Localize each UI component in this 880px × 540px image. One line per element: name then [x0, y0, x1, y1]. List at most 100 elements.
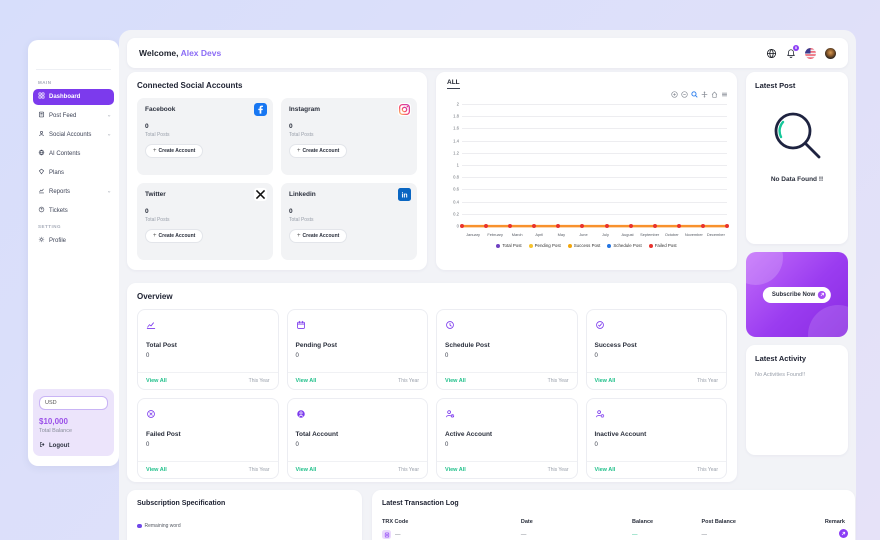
floating-action-button[interactable]: [839, 529, 848, 538]
menu-icon[interactable]: [721, 91, 728, 98]
data-point[interactable]: [725, 224, 729, 228]
sidebar-item-tickets[interactable]: Tickets: [33, 203, 114, 219]
view-all-link[interactable]: View All: [296, 378, 317, 384]
sidebar-item-profile[interactable]: Profile: [33, 233, 114, 249]
data-point[interactable]: [653, 224, 657, 228]
data-point[interactable]: [580, 224, 584, 228]
calendar-icon: [296, 317, 306, 334]
x-tick-label: June: [572, 232, 594, 237]
y-tick-label: 0.8: [453, 175, 459, 180]
legend-success-post[interactable]: Success Post: [568, 243, 601, 248]
create-account-button[interactable]: +Create Account: [145, 229, 203, 243]
sidebar-item-label: Dashboard: [49, 94, 80, 100]
notification-bell-button[interactable]: 0: [786, 48, 796, 59]
user-avatar[interactable]: [825, 48, 836, 59]
users-icon: [38, 130, 45, 139]
sidebar-item-ai-contents[interactable]: AI Contents: [33, 146, 114, 162]
sidebar-section-setting: SETTING: [38, 224, 109, 229]
help-circle-icon: [38, 206, 45, 215]
receipt-icon: [382, 530, 391, 539]
zoom-out-icon[interactable]: [681, 91, 688, 98]
instagram-total: 0: [289, 123, 409, 130]
x-circle-icon: [146, 406, 156, 423]
plus-icon: +: [153, 148, 157, 154]
y-tick-label: 1.4: [453, 138, 459, 143]
total-balance-value: $10,000: [39, 417, 108, 426]
data-point[interactable]: [484, 224, 488, 228]
sidebar-section-main: MAIN: [38, 80, 109, 85]
legend-total-post[interactable]: Total Post: [496, 243, 521, 248]
globe-icon: [38, 149, 45, 158]
plus-icon: +: [297, 233, 301, 239]
logout-button[interactable]: Logout: [39, 441, 108, 450]
balance-card: USD $10,000 Total Balance Logout: [33, 389, 114, 456]
overview-card-total-post: Total Post 0 View AllThis Year: [137, 309, 279, 390]
data-point[interactable]: [677, 224, 681, 228]
data-point[interactable]: [532, 224, 536, 228]
transaction-log-title: Latest Transaction Log: [382, 500, 845, 507]
zoom-in-icon[interactable]: [671, 91, 678, 98]
view-all-link[interactable]: View All: [445, 467, 466, 473]
social-card-instagram: Instagram 0 Total Posts +Create Account: [281, 98, 417, 175]
legend-dot: [137, 524, 142, 529]
language-globe-button[interactable]: [766, 48, 777, 59]
transaction-log-panel: Latest Transaction Log TRX Code Date Bal…: [372, 490, 855, 540]
sidebar-item-dashboard[interactable]: Dashboard: [33, 89, 114, 105]
data-point[interactable]: [605, 224, 609, 228]
home-icon[interactable]: [711, 91, 718, 98]
currency-select[interactable]: USD: [39, 396, 108, 410]
posts-chart-panel: ALL 21.81.61.41.210.80.60.40.20 JanuaryF…: [436, 72, 737, 270]
sidebar-item-social-accounts[interactable]: Social Accounts ›: [33, 127, 114, 143]
chart-toolbar: [671, 91, 728, 98]
total-balance-label: Total Balance: [39, 428, 108, 434]
instagram-icon: [398, 103, 411, 121]
create-account-button[interactable]: +Create Account: [289, 229, 347, 243]
legend-pending-post[interactable]: Pending Post: [529, 243, 561, 248]
clock-icon: [445, 317, 455, 334]
x-tick-label: August: [617, 232, 639, 237]
view-all-link[interactable]: View All: [595, 467, 616, 473]
subscribe-now-button[interactable]: Subscribe Now: [763, 287, 831, 303]
data-point[interactable]: [460, 224, 464, 228]
sidebar-item-label: Social Accounts: [49, 132, 91, 138]
sidebar-item-label: Reports: [49, 189, 70, 195]
data-point[interactable]: [629, 224, 633, 228]
x-tick-label: May: [550, 232, 572, 237]
view-all-link[interactable]: View All: [296, 467, 317, 473]
create-account-button[interactable]: +Create Account: [289, 144, 347, 158]
x-tick-label: October: [661, 232, 683, 237]
data-point[interactable]: [556, 224, 560, 228]
view-all-link[interactable]: View All: [445, 378, 466, 384]
data-point[interactable]: [508, 224, 512, 228]
social-card-linkedin: Linkedin in 0 Total Posts +Create Accoun…: [281, 183, 417, 260]
legend-schedule-post[interactable]: Schedule Post: [607, 243, 641, 248]
view-all-link[interactable]: View All: [595, 378, 616, 384]
no-activities-text: No Activities Found!!: [755, 372, 839, 378]
legend-failed-post[interactable]: Failed Post: [649, 243, 677, 248]
create-account-button[interactable]: +Create Account: [145, 144, 203, 158]
decorative-blob: [808, 305, 848, 337]
table-row[interactable]: — — — — —: [382, 530, 845, 539]
sidebar-item-post-feed[interactable]: Post Feed ›: [33, 108, 114, 124]
chevron-down-icon: ›: [105, 134, 111, 136]
pan-icon[interactable]: [701, 91, 708, 98]
subscribe-card: Subscribe Now: [746, 252, 848, 337]
overview-card-pending-post: Pending Post 0 View AllThis Year: [287, 309, 429, 390]
view-all-link[interactable]: View All: [146, 378, 167, 384]
facebook-total: 0: [145, 123, 265, 130]
social-accounts-panel: Connected Social Accounts Facebook 0 Tot…: [127, 72, 427, 270]
sidebar-item-reports[interactable]: Reports ›: [33, 184, 114, 200]
autoscale-icon[interactable]: [691, 91, 698, 98]
plot-area[interactable]: 21.81.61.41.210.80.60.40.20: [462, 102, 727, 228]
y-tick-label: 0.4: [453, 199, 459, 204]
data-point[interactable]: [701, 224, 705, 228]
sidebar-item-label: Plans: [49, 170, 64, 176]
view-all-link[interactable]: View All: [146, 467, 167, 473]
overview-card-total-account: Total Account 0 View AllThis Year: [287, 398, 429, 479]
user-x-icon: [595, 406, 605, 423]
sidebar-item-plans[interactable]: Plans: [33, 165, 114, 181]
tab-all[interactable]: ALL: [447, 79, 460, 89]
flag-icon[interactable]: [805, 48, 816, 59]
chevron-down-icon: ›: [105, 191, 111, 193]
social-panel-title: Connected Social Accounts: [137, 81, 417, 90]
